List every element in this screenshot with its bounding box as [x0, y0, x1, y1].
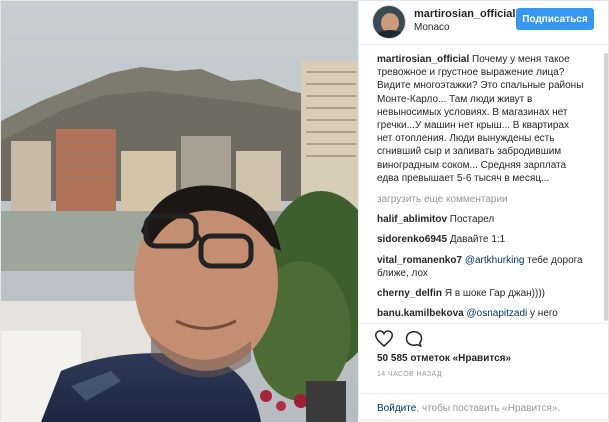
- caption-username[interactable]: martirosian_official: [377, 54, 469, 65]
- post-side-panel: martirosian_official Monaco Подписаться …: [358, 1, 609, 422]
- comment-item: banu.kamilbekova @osnapitzadi у него: [377, 307, 595, 320]
- comment-username[interactable]: cherny_delfin: [377, 288, 442, 299]
- comments-list[interactable]: martirosian_official Почему у меня такое…: [359, 53, 603, 321]
- comment-text: Постарел: [449, 214, 495, 226]
- speech-bubble-icon[interactable]: [405, 330, 423, 352]
- post-caption: martirosian_official Почему у меня такое…: [377, 53, 585, 185]
- follow-button[interactable]: Подписаться: [516, 8, 594, 30]
- post-header: martirosian_official Monaco Подписаться: [359, 1, 609, 45]
- avatar-shoulders: [376, 30, 404, 38]
- login-prompt-text: , чтобы поставить «Нравится».: [416, 403, 561, 414]
- likes-count[interactable]: 50 585 отметок «Нравится»: [377, 353, 511, 364]
- comment-username[interactable]: vital_romanenko7: [377, 255, 462, 266]
- comment-username[interactable]: halif_ablimitov: [377, 214, 447, 225]
- comment-username[interactable]: sidorenko6945: [377, 234, 447, 245]
- comment-text: Я в шоке Гар джан)))): [444, 288, 545, 300]
- header-username[interactable]: martirosian_official: [414, 8, 515, 20]
- add-comment-section: Войдите, чтобы поставить «Нравится».: [359, 393, 609, 422]
- comments-scrollbar[interactable]: [604, 53, 608, 321]
- instagram-post: martirosian_official Monaco Подписаться …: [0, 0, 609, 422]
- login-link[interactable]: Войдите: [377, 403, 416, 414]
- comment-item: vital_romanenko7 @artkhurking тебе дорог…: [377, 254, 595, 280]
- post-actions: [359, 323, 609, 353]
- post-timestamp[interactable]: 14 ЧАСОВ НАЗАД: [377, 371, 442, 378]
- comment-text: Давайте 1:1: [449, 234, 506, 246]
- heart-outline-icon[interactable]: [374, 330, 394, 352]
- login-prompt: Войдите, чтобы поставить «Нравится».: [377, 403, 560, 414]
- avatar[interactable]: [372, 5, 406, 39]
- comment-username[interactable]: banu.kamilbekova: [377, 308, 464, 319]
- comment-text: у него: [530, 308, 558, 320]
- caption-text: Почему у меня такое тревожное и грустное…: [377, 54, 584, 184]
- comment-item: cherny_delfin Я в шоке Гар джан)))): [377, 287, 595, 300]
- header-location[interactable]: Monaco: [414, 22, 450, 33]
- comment-item: halif_ablimitov Постарел: [377, 213, 595, 226]
- load-more-comments-link[interactable]: загрузить еще комментарии: [377, 193, 603, 206]
- scrollbar-thumb[interactable]: [604, 53, 608, 321]
- comment-mention[interactable]: @osnapitzadi: [466, 308, 527, 319]
- comment-mention[interactable]: @artkhurking: [465, 255, 525, 266]
- comment-item: sidorenko6945 Давайте 1:1: [377, 233, 595, 246]
- post-photo[interactable]: [1, 1, 358, 422]
